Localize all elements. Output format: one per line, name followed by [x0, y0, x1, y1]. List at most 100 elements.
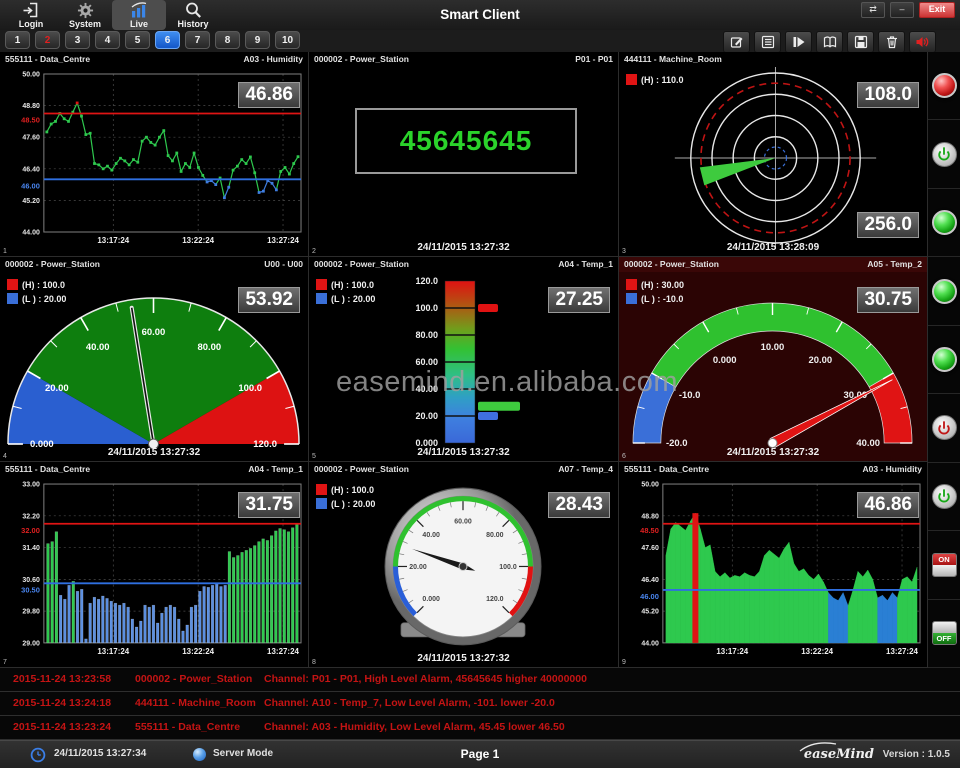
current-value: 30.75	[857, 287, 919, 313]
red-lamp-button[interactable]	[932, 73, 957, 98]
tab-page-10[interactable]: 10	[275, 31, 300, 49]
panel-round-gauge[interactable]: 000002 - Power_Station A07 - Temp_4 0.00…	[309, 462, 619, 668]
page-tabs: 123456789 10	[5, 31, 300, 49]
titlebar: LoginSystemLiveHistory Smart Client ⇄ – …	[0, 0, 960, 30]
restore-icon[interactable]: ⇄	[861, 2, 885, 18]
svg-text:45.20: 45.20	[22, 198, 40, 205]
digital-display: 45645645	[355, 108, 577, 174]
svg-text:33.00: 33.00	[22, 482, 40, 489]
sidebar-cell: OFF	[928, 600, 960, 668]
svg-text:40.00: 40.00	[86, 342, 110, 353]
panel-timestamp: 24/11/2015 13:28:09	[619, 242, 927, 253]
station-label: 000002 - Power_Station	[314, 53, 409, 67]
alarm-station: 000002 - Power_Station	[135, 668, 252, 691]
book-icon[interactable]	[816, 31, 843, 53]
green-lamp-button[interactable]	[932, 210, 957, 235]
list-icon[interactable]	[754, 31, 781, 53]
panel-line-chart[interactable]: 555111 - Data_Centre A03 - Humidity 50.0…	[0, 52, 309, 257]
tab-page-1[interactable]: 1	[5, 31, 30, 49]
svg-text:13:27:24: 13:27:24	[267, 647, 299, 656]
green-power-button[interactable]	[932, 484, 957, 509]
panel-radar[interactable]: 444111 - Machine_Room (H) : 110.0 108.0 …	[619, 52, 928, 257]
exit-button[interactable]: Exit	[919, 2, 955, 18]
svg-text:46.40: 46.40	[641, 577, 659, 584]
on-switch[interactable]: ON	[932, 553, 957, 577]
channel-label: A07 - Temp_4	[558, 463, 613, 477]
live-icon	[130, 2, 148, 19]
menu-login[interactable]: Login	[4, 0, 58, 30]
sidebar-cell	[928, 52, 960, 120]
channel-label: A03 - Humidity	[243, 53, 303, 67]
panel-area-chart[interactable]: 555111 - Data_Centre A03 - Humidity 50.0…	[619, 462, 928, 668]
svg-text:13:27:24: 13:27:24	[886, 647, 918, 656]
panel-semi-gauge[interactable]: 000002 - Power_Station U00 - U00 0.00020…	[0, 257, 309, 462]
tab-page-6[interactable]: 6	[155, 31, 180, 49]
trash-icon[interactable]	[878, 31, 905, 53]
svg-text:44.00: 44.00	[22, 229, 40, 236]
tab-page-3[interactable]: 3	[65, 31, 90, 49]
svg-text:0.000: 0.000	[422, 596, 440, 603]
tab-page-9[interactable]: 9	[245, 31, 270, 49]
alarm-row[interactable]: 2015-11-24 13:24:18444111 - Machine_Room…	[0, 692, 960, 716]
svg-text:32.20: 32.20	[22, 513, 40, 520]
svg-text:13:22:24: 13:22:24	[801, 647, 833, 656]
current-value: 31.75	[238, 492, 300, 518]
tab-page-5[interactable]: 5	[125, 31, 150, 49]
svg-text:80.00: 80.00	[486, 532, 504, 539]
panel-vbar-gauge[interactable]: 000002 - Power_Station A04 - Temp_1 0.00…	[309, 257, 619, 462]
window-controls: ⇄ – Exit	[861, 2, 955, 18]
panel-arc-gauge-alarm[interactable]: 000002 - Power_Station A05 - Temp_2 -20.…	[619, 257, 928, 462]
svg-text:20.00: 20.00	[809, 355, 833, 366]
menu-history[interactable]: History	[166, 0, 220, 30]
red-power-button[interactable]	[932, 415, 957, 440]
svg-text:30.50: 30.50	[21, 585, 40, 594]
station-label: 000002 - Power_Station	[5, 258, 100, 272]
green-lamp-button[interactable]	[932, 347, 957, 372]
svg-text:44.00: 44.00	[641, 640, 659, 647]
sidebar-cell	[928, 394, 960, 462]
svg-text:13:27:24: 13:27:24	[267, 236, 299, 245]
svg-text:100.0: 100.0	[415, 303, 438, 313]
alarm-message: Channel: P01 - P01, High Level Alarm, 45…	[264, 668, 587, 691]
alarm-row[interactable]: 2015-11-24 13:23:24555111 - Data_CentreC…	[0, 716, 960, 740]
panel-digital-readout[interactable]: 000002 - Power_Station P01 - P01 4564564…	[309, 52, 619, 257]
tab-page-8[interactable]: 8	[215, 31, 240, 49]
edit-icon[interactable]	[723, 31, 750, 53]
sidebar-cell	[928, 257, 960, 325]
green-power-button[interactable]	[932, 142, 957, 167]
menu-system[interactable]: System	[58, 0, 112, 30]
svg-text:60.00: 60.00	[454, 519, 472, 526]
svg-text:48.80: 48.80	[641, 513, 659, 520]
tab-page-4[interactable]: 4	[95, 31, 120, 49]
station-label: 000002 - Power_Station	[314, 258, 409, 272]
channel-label: A04 - Temp_1	[248, 463, 303, 477]
panel-timestamp: 24/11/2015 13:27:32	[0, 447, 308, 458]
tabbar: 123456789 10	[0, 30, 960, 52]
alarm-station: 444111 - Machine_Room	[135, 692, 256, 715]
speaker-icon[interactable]	[909, 31, 936, 53]
minimize-icon[interactable]: –	[890, 2, 914, 18]
svg-text:100.0: 100.0	[499, 564, 517, 571]
svg-text:48.50: 48.50	[21, 115, 40, 124]
svg-text:32.00: 32.00	[21, 526, 40, 535]
current-value: 46.86	[238, 82, 300, 108]
svg-text:-10.0: -10.0	[679, 390, 701, 401]
panel-grid: 555111 - Data_Centre A03 - Humidity 50.0…	[0, 52, 928, 668]
export-icon[interactable]	[785, 31, 812, 53]
panel-bar-chart[interactable]: 555111 - Data_Centre A04 - Temp_1 33.003…	[0, 462, 309, 668]
svg-text:40.00: 40.00	[422, 532, 440, 539]
tab-page-7[interactable]: 7	[185, 31, 210, 49]
svg-text:46.40: 46.40	[22, 166, 40, 173]
station-label: 555111 - Data_Centre	[5, 53, 90, 67]
menu-live[interactable]: Live	[112, 0, 166, 30]
login-icon	[22, 2, 40, 19]
off-switch[interactable]: OFF	[932, 621, 957, 645]
tab-page-2[interactable]: 2	[35, 31, 60, 49]
save-icon[interactable]	[847, 31, 874, 53]
svg-text:0.000: 0.000	[713, 355, 737, 366]
green-lamp-button[interactable]	[932, 279, 957, 304]
alarm-time: 2015-11-24 13:23:58	[13, 668, 111, 691]
alarm-row[interactable]: 2015-11-24 13:23:58 000002 - Power_Statio…	[0, 668, 960, 692]
station-label: 000002 - Power_Station	[624, 258, 719, 272]
alarm-list: 2015-11-24 13:23:58 000002 - Power_Statio…	[0, 668, 960, 740]
